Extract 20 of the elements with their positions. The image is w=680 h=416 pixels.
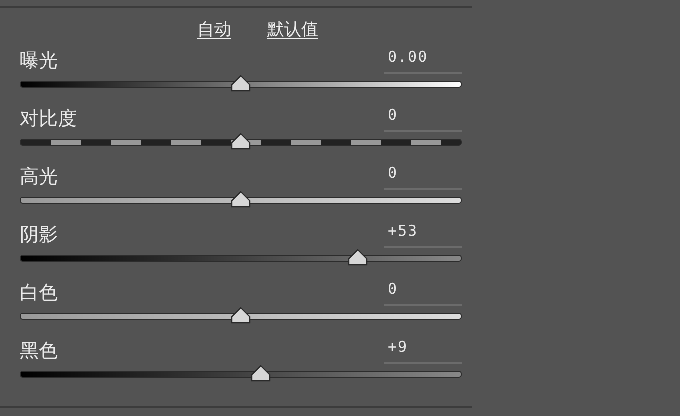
value-field[interactable]: 0.00 bbox=[384, 48, 462, 74]
slider-label: 白色 bbox=[20, 281, 58, 306]
value-field[interactable]: 0 bbox=[384, 280, 462, 306]
slider-label: 高光 bbox=[20, 165, 58, 190]
slider-thumb[interactable] bbox=[231, 191, 251, 208]
slider-thumb[interactable] bbox=[231, 75, 251, 92]
value-field[interactable]: 0 bbox=[384, 164, 462, 190]
link[interactable]: 默认值 bbox=[268, 18, 318, 38]
link[interactable]: 自动 bbox=[198, 18, 232, 38]
slider-label: 曝光 bbox=[20, 49, 58, 74]
slider-thumb[interactable] bbox=[231, 307, 251, 324]
slider-label: 黑色 bbox=[20, 339, 58, 364]
value-field[interactable]: +53 bbox=[384, 222, 462, 248]
slider-label: 阴影 bbox=[20, 223, 58, 248]
slider-label: 对比度 bbox=[20, 107, 77, 132]
slider-thumb[interactable] bbox=[348, 249, 368, 266]
slider-thumb[interactable] bbox=[231, 133, 251, 150]
value-field[interactable]: 0 bbox=[384, 106, 462, 132]
slider-thumb[interactable] bbox=[250, 365, 271, 382]
value-field[interactable]: +9 bbox=[384, 338, 462, 364]
